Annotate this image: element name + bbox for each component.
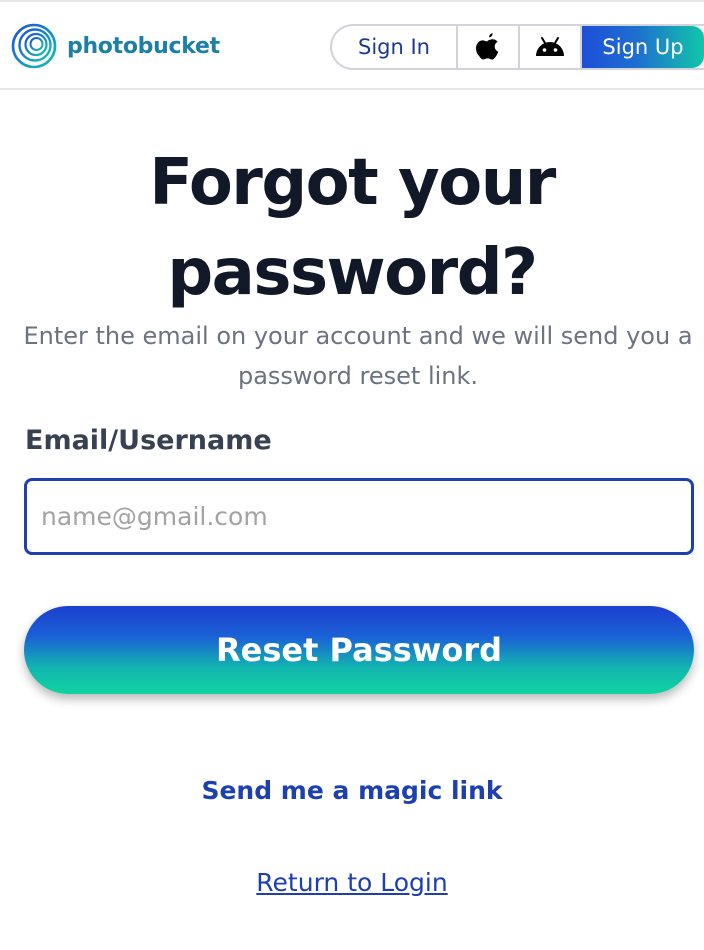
top-header: photobucket Sign In Sign Up — [0, 0, 704, 90]
email-username-label: Email/Username — [25, 425, 272, 456]
apple-icon — [476, 33, 499, 60]
return-to-login-link[interactable]: Return to Login — [0, 868, 704, 897]
page-subtitle: Enter the email on your account and we w… — [23, 322, 693, 390]
auth-nav: Sign In Sign Up — [330, 24, 704, 70]
android-app-button[interactable] — [520, 26, 582, 68]
android-icon — [536, 37, 564, 56]
magic-link-link[interactable]: Send me a magic link — [0, 776, 704, 805]
sign-up-button[interactable]: Sign Up — [582, 26, 704, 68]
photobucket-logo-icon — [11, 23, 57, 69]
reset-password-button[interactable]: Reset Password — [24, 606, 694, 694]
email-username-input[interactable] — [24, 478, 694, 555]
page-title: Forgot your password? — [149, 146, 556, 310]
brand-name: photobucket — [67, 33, 220, 59]
apple-app-button[interactable] — [458, 26, 520, 68]
brand-logo[interactable]: photobucket — [10, 22, 220, 70]
sign-in-button[interactable]: Sign In — [332, 26, 458, 68]
